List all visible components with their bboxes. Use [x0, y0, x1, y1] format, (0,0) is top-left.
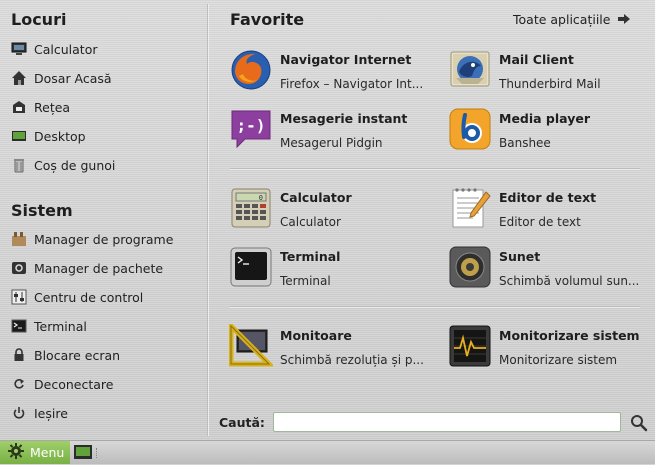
- app-description: Mesagerul Pidgin: [280, 136, 383, 150]
- system-item-label: Terminal: [34, 318, 87, 334]
- panel-grip-handle[interactable]: [96, 448, 100, 458]
- home-icon: [11, 70, 27, 86]
- system-item-software-manager[interactable]: Manager de programe: [11, 227, 173, 251]
- arrow-right-icon: [618, 12, 631, 27]
- favorite-instant-messenger[interactable]: ;-) Mesagerie instant Mesagerul Pidgin: [229, 107, 439, 159]
- system-item-label: Manager de programe: [34, 231, 174, 247]
- places-item-label: Rețea: [34, 99, 71, 115]
- terminal-icon: [11, 318, 27, 334]
- pidgin-icon: ;-): [229, 107, 273, 151]
- app-name: Sunet: [499, 249, 541, 264]
- system-item-label: Manager de pachete: [34, 260, 164, 276]
- places-item-label: Dosar Acasă: [34, 70, 112, 86]
- svg-text:0: 0: [259, 194, 263, 202]
- system-item-label: Ieșire: [34, 405, 68, 421]
- left-pane: Locuri Calculator Dosar Acasă Rețea Desk…: [0, 0, 207, 440]
- search-icon[interactable]: [630, 414, 648, 432]
- app-name: Calculator: [280, 190, 352, 205]
- gear-icon: [8, 443, 24, 462]
- package-manager-icon: [11, 260, 27, 276]
- favorites-separator: [230, 168, 640, 169]
- all-applications-label: Toate aplicațiile: [513, 12, 611, 27]
- places-title: Locuri: [11, 10, 67, 29]
- logout-icon: [11, 376, 27, 392]
- favorites-title: Favorite: [230, 10, 305, 29]
- computer-icon: [11, 41, 27, 57]
- show-desktop-icon[interactable]: [73, 443, 93, 461]
- menu-button-label: Menu: [30, 445, 65, 460]
- favorite-text-editor[interactable]: Editor de text Editor de text: [448, 186, 655, 238]
- app-name: Terminal: [280, 249, 341, 264]
- places-item-desktop[interactable]: Desktop: [11, 124, 86, 148]
- search-label: Caută:: [219, 415, 265, 430]
- system-item-quit[interactable]: Ieșire: [11, 401, 68, 425]
- system-item-package-manager[interactable]: Manager de pachete: [11, 256, 163, 280]
- app-description: Schimbă rezoluția și p...: [280, 353, 424, 367]
- system-item-control-center[interactable]: Centru de control: [11, 285, 143, 309]
- software-manager-icon: [11, 231, 27, 247]
- system-title: Sistem: [11, 201, 73, 220]
- places-item-label: Coș de gunoi: [34, 157, 116, 173]
- favorite-sound[interactable]: Sunet Schimbă volumul sun...: [448, 245, 655, 297]
- app-description: Monitorizare sistem: [499, 353, 618, 367]
- favorite-media-player[interactable]: Media player Banshee: [448, 107, 655, 159]
- system-item-terminal[interactable]: Terminal: [11, 314, 87, 338]
- favorite-calculator[interactable]: 0 Calculator Calculator: [229, 186, 439, 238]
- pane-divider: [207, 4, 208, 436]
- desktop-icon: [11, 128, 27, 144]
- places-item-computer[interactable]: Calculator: [11, 37, 97, 61]
- firefox-icon: [229, 48, 273, 92]
- favorite-displays[interactable]: Monitoare Schimbă rezoluția și p...: [228, 319, 439, 376]
- app-name: Monitorizare sistem: [499, 328, 640, 343]
- favorite-mail-client[interactable]: Mail Client Thunderbird Mail: [448, 48, 655, 100]
- app-name: Editor de text: [499, 190, 597, 205]
- system-item-label: Deconectare: [34, 376, 114, 392]
- banshee-icon: [448, 107, 492, 151]
- mint-menu: Locuri Calculator Dosar Acasă Rețea Desk…: [0, 0, 655, 440]
- calculator-icon: 0: [229, 186, 273, 230]
- system-item-lock-screen[interactable]: Blocare ecran: [11, 343, 120, 367]
- places-item-label: Desktop: [34, 128, 86, 144]
- favorites-separator: [230, 306, 640, 307]
- network-icon: [11, 99, 27, 115]
- text-editor-icon: [448, 186, 492, 230]
- sound-icon: [448, 245, 492, 289]
- power-icon: [11, 405, 27, 421]
- places-item-trash[interactable]: Coș de gunoi: [11, 153, 115, 177]
- app-description: Thunderbird Mail: [499, 77, 601, 91]
- app-description: Firefox – Navigator Int...: [280, 77, 424, 91]
- places-item-network[interactable]: Rețea: [11, 95, 70, 119]
- app-name: Mesagerie instant: [280, 111, 408, 126]
- app-name: Mail Client: [499, 52, 574, 67]
- system-monitor-icon: [448, 324, 492, 368]
- app-description: Schimbă volumul sun...: [499, 274, 640, 288]
- favorite-terminal[interactable]: Terminal Terminal: [229, 245, 439, 297]
- menu-button[interactable]: Menu: [0, 441, 70, 464]
- app-description: Banshee: [499, 136, 551, 150]
- thunderbird-icon: [448, 48, 492, 92]
- app-description: Calculator: [280, 215, 341, 229]
- system-item-logout[interactable]: Deconectare: [11, 372, 113, 396]
- places-item-label: Calculator: [34, 41, 98, 57]
- svg-text:;-): ;-): [237, 116, 266, 135]
- places-item-home[interactable]: Dosar Acasă: [11, 66, 112, 90]
- bottom-panel: Menu: [0, 440, 655, 464]
- all-applications-button[interactable]: Toate aplicațiile: [513, 12, 631, 27]
- system-item-label: Blocare ecran: [34, 347, 121, 363]
- search-input[interactable]: [273, 412, 621, 432]
- app-description: Editor de text: [499, 215, 581, 229]
- app-description: Terminal: [280, 274, 331, 288]
- terminal-app-icon: [229, 245, 273, 289]
- app-name: Navigator Internet: [280, 52, 412, 67]
- control-center-icon: [11, 289, 27, 305]
- system-item-label: Centru de control: [34, 289, 144, 305]
- lock-icon: [11, 347, 27, 363]
- app-name: Media player: [499, 111, 591, 126]
- favorite-system-monitor[interactable]: Monitorizare sistem Monitorizare sistem: [448, 324, 655, 376]
- display-icon: [228, 319, 276, 368]
- favorite-navigator-internet[interactable]: Navigator Internet Firefox – Navigator I…: [229, 48, 439, 100]
- trash-icon: [11, 157, 27, 173]
- app-name: Monitoare: [280, 328, 352, 343]
